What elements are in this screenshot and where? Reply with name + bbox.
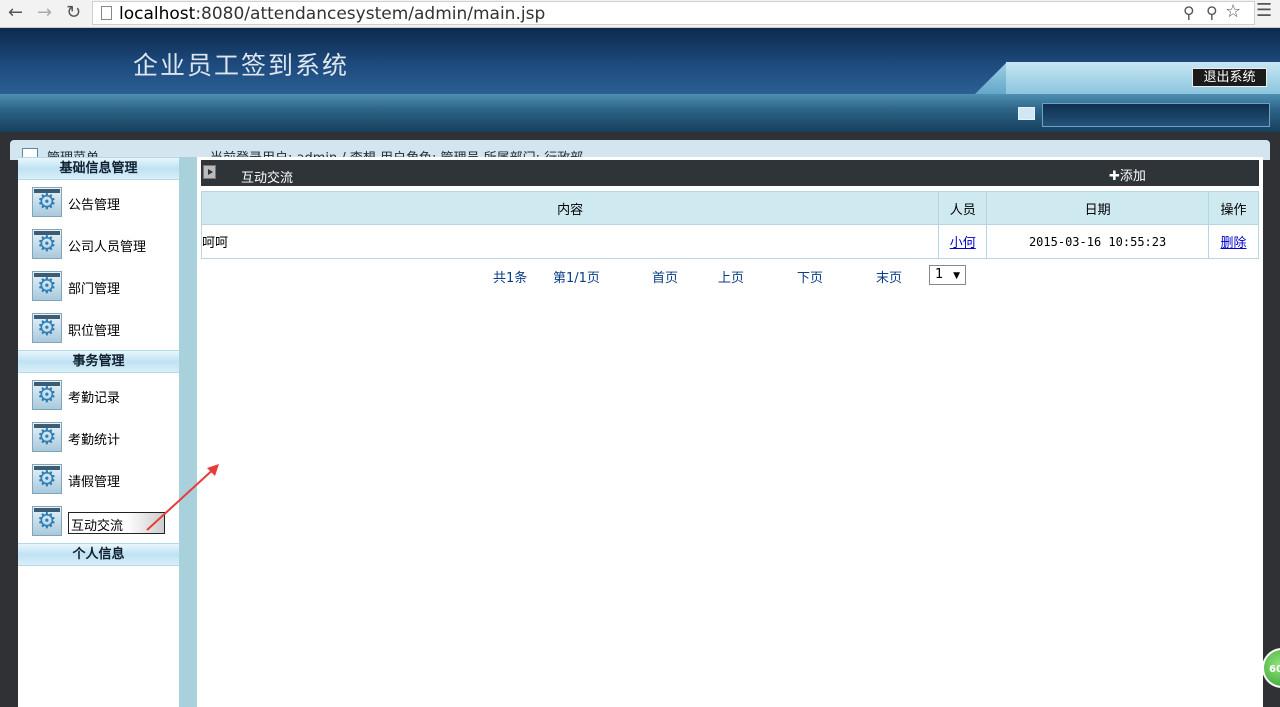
sidebar-item-label: 考勤记录 [68, 391, 121, 406]
gear-icon [32, 229, 62, 259]
sidebar: 基础信息管理 公告管理 公司人员管理 部门管理 职位管理 事务管理 考勤记录 考… [18, 157, 179, 707]
delete-link[interactable]: 删除 [1221, 236, 1247, 251]
page-icon [101, 6, 112, 20]
gear-icon [32, 271, 62, 301]
star-icon[interactable]: ☆ [1225, 1, 1241, 22]
zoom-icon[interactable]: ⚲ [1183, 3, 1195, 22]
monitor-icon [1018, 107, 1035, 120]
forward-arrow-icon[interactable]: → [37, 2, 52, 23]
sidebar-item-staff[interactable]: 公司人员管理 [32, 229, 182, 261]
sidebar-divider [179, 157, 197, 707]
pager-next[interactable]: 下页 [797, 267, 823, 286]
address-bar[interactable]: localhost:8080/attendancesystem/admin/ma… [92, 1, 1255, 25]
play-icon [203, 165, 216, 179]
system-title: 企业员工签到系统 [133, 51, 350, 80]
sidebar-item-label: 请假管理 [68, 475, 121, 490]
sidebar-item-label: 公告管理 [68, 198, 121, 213]
sidebar-section-affairs[interactable]: 事务管理 [18, 350, 179, 373]
back-arrow-icon[interactable]: ← [8, 2, 23, 23]
pager-page-of: 第1/1页 [553, 271, 600, 286]
sidebar-item-attendance-stats[interactable]: 考勤统计 [32, 422, 182, 454]
sidebar-item-position[interactable]: 职位管理 [32, 313, 182, 345]
pager-last[interactable]: 末页 [876, 267, 902, 286]
table-header-row: 内容 人员 日期 操作 [200, 191, 1259, 225]
add-button[interactable]: ✚添加 [1109, 165, 1146, 184]
browser-toolbar: ← → ↻ localhost:8080/attendancesystem/ad… [0, 0, 1280, 28]
header-person: 人员 [938, 191, 988, 225]
message-table: 内容 人员 日期 操作 呵呵 小何 2015-03-16 10:55:23 删除 [200, 191, 1259, 259]
gear-icon [32, 313, 62, 343]
cell-date: 2015-03-16 10:55:23 [986, 224, 1210, 259]
pager-prev[interactable]: 上页 [718, 267, 744, 286]
cell-person: 小何 [938, 224, 988, 259]
gear-icon [32, 187, 62, 217]
key-icon[interactable]: ⚲ [1206, 3, 1218, 22]
sidebar-section-basic[interactable]: 基础信息管理 [18, 157, 179, 180]
gear-icon [32, 422, 62, 452]
header-action: 操作 [1208, 191, 1259, 225]
pager-total: 共1条 [493, 271, 528, 286]
sidebar-item-label: 公司人员管理 [68, 240, 147, 255]
chevron-down-icon: ▼ [953, 271, 960, 281]
sidebar-item-notice[interactable]: 公告管理 [32, 187, 182, 219]
sidebar-item-label: 职位管理 [68, 324, 121, 339]
gear-icon [32, 506, 62, 536]
sub-header-bar [0, 94, 1280, 132]
gear-icon [32, 464, 62, 494]
logout-button[interactable]: 退出系统 [1192, 68, 1267, 87]
cell-content: 呵呵 [200, 224, 940, 259]
person-link[interactable]: 小何 [950, 236, 976, 251]
main-content: 互动交流 ✚添加 内容 人员 日期 操作 呵呵 小何 2015-03-16 10… [197, 157, 1263, 707]
page-select-value: 1 [935, 267, 944, 282]
menu-icon[interactable]: ☰ [1256, 0, 1272, 21]
header-banner: 企业员工签到系统 退出系统 [0, 28, 1280, 94]
page-select[interactable]: 1 ▼ [929, 265, 966, 285]
status-field [1042, 103, 1270, 127]
sidebar-item-department[interactable]: 部门管理 [32, 271, 182, 303]
content-title: 互动交流 [241, 171, 294, 186]
sidebar-item-attendance-record[interactable]: 考勤记录 [32, 380, 182, 412]
sidebar-item-label: 部门管理 [68, 282, 121, 297]
gear-icon [32, 380, 62, 410]
url-text: localhost:8080/attendancesystem/admin/ma… [119, 4, 546, 24]
sidebar-section-personal[interactable]: 个人信息 [18, 543, 179, 566]
table-row: 呵呵 小何 2015-03-16 10:55:23 删除 [200, 224, 1259, 259]
sidebar-item-label: 考勤统计 [68, 433, 121, 448]
content-title-bar: 互动交流 ✚添加 [201, 160, 1259, 186]
reload-icon[interactable]: ↻ [66, 2, 81, 23]
header-date: 日期 [986, 191, 1210, 225]
pager-first[interactable]: 首页 [652, 267, 678, 286]
header-content: 内容 [200, 191, 940, 225]
annotation-arrow [146, 464, 219, 531]
cell-action: 删除 [1208, 224, 1259, 259]
